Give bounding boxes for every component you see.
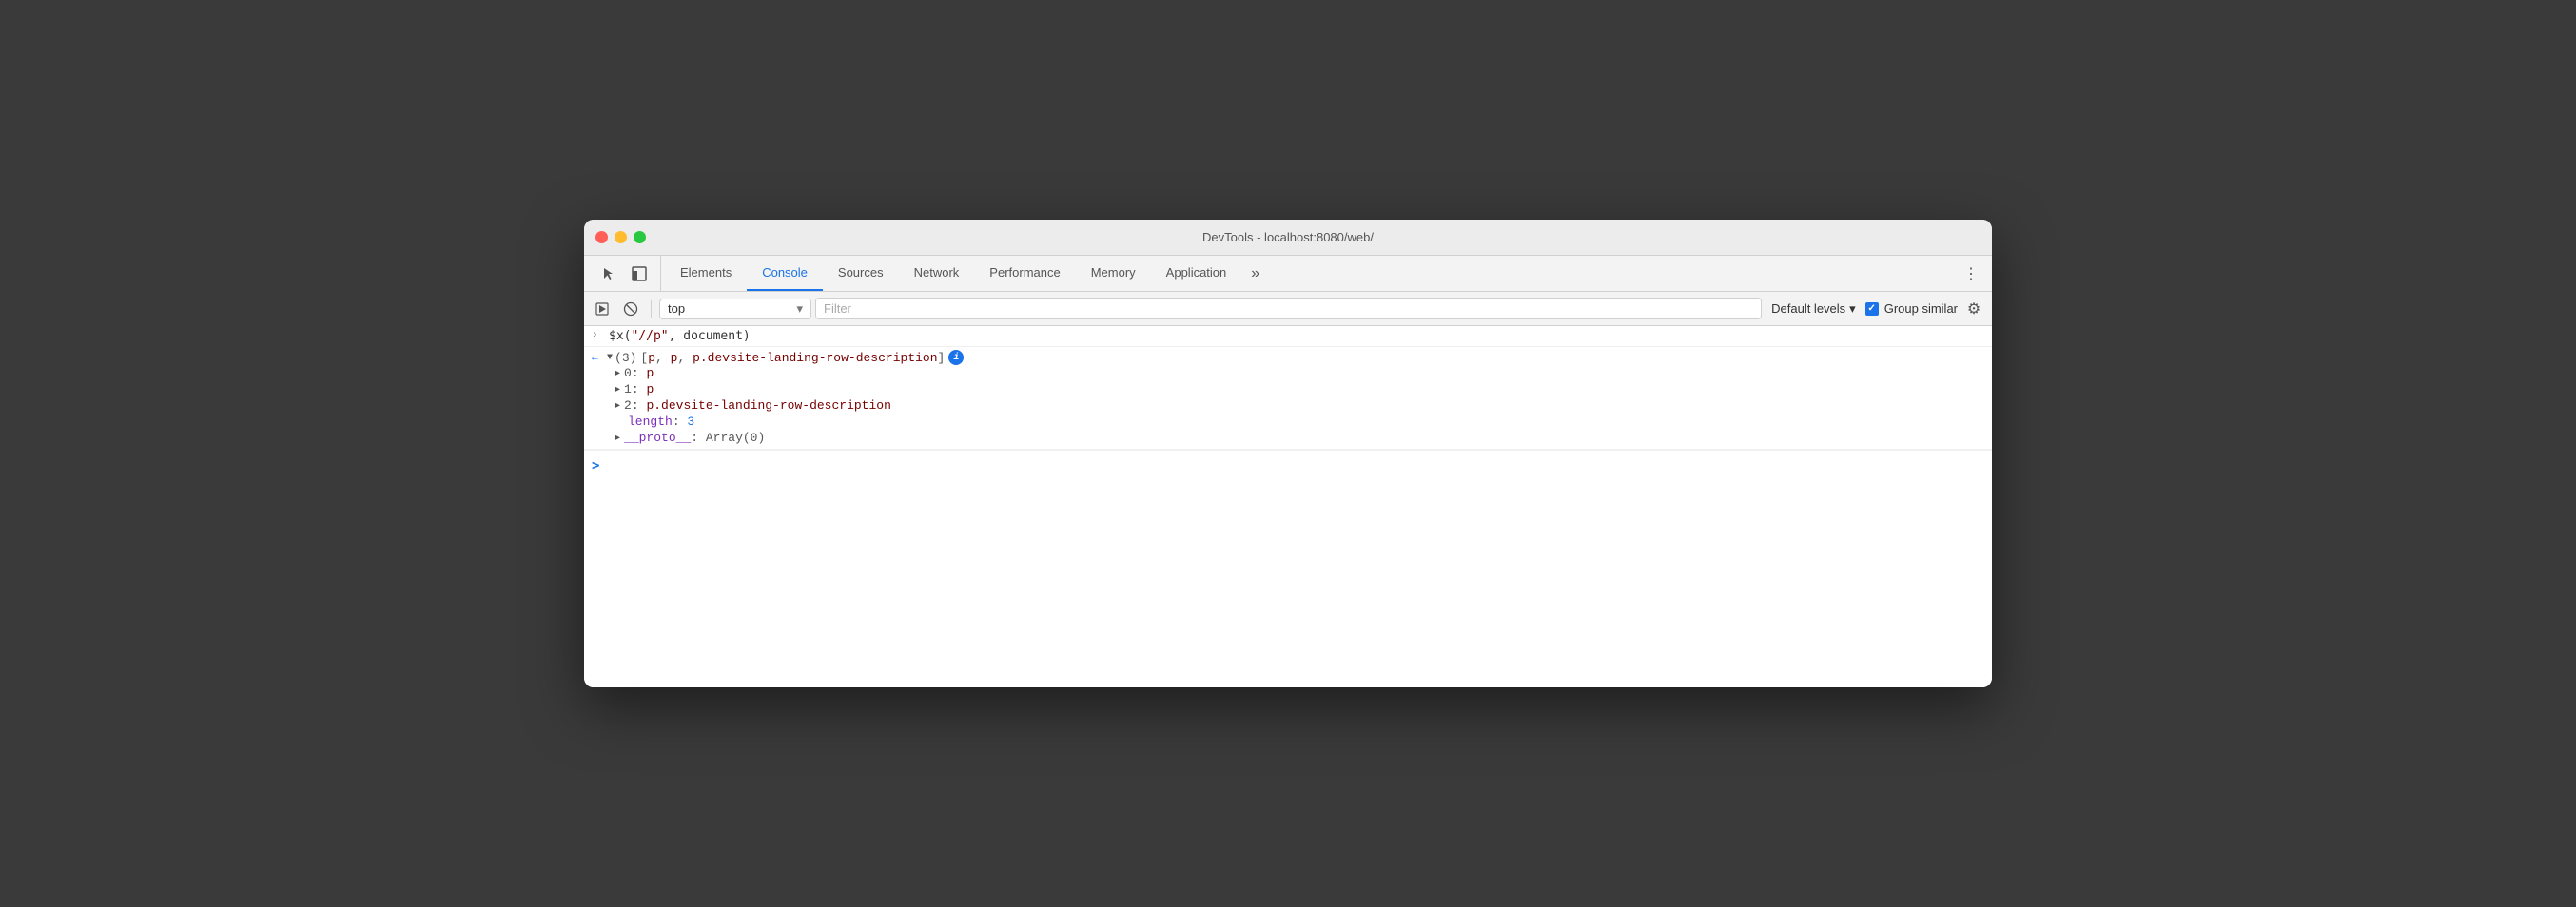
- array-item-2: p.devsite-landing-row-description: [693, 351, 937, 365]
- console-content: › $x("//p", document) ← (3) [ p , p , p.…: [584, 326, 1992, 687]
- devtools-window: DevTools - localhost:8080/web/ Elements …: [584, 220, 1992, 687]
- tab-memory[interactable]: Memory: [1076, 256, 1151, 291]
- cursor-icon[interactable]: [595, 261, 622, 287]
- title-bar: DevTools - localhost:8080/web/: [584, 220, 1992, 256]
- close-button[interactable]: [595, 231, 608, 243]
- length-value: 3: [687, 415, 694, 429]
- array-item-0: p: [648, 351, 655, 365]
- input-prompt-arrow: ›: [592, 329, 603, 341]
- item-0-value: p: [646, 366, 654, 380]
- item-2-value: p.devsite-landing-row-description: [646, 398, 890, 413]
- maximize-button[interactable]: [634, 231, 646, 243]
- console-result-line: ← (3) [ p , p , p.devsite-landing-row-de…: [584, 347, 1992, 450]
- array-length-line: length : 3: [615, 414, 1984, 430]
- tab-performance[interactable]: Performance: [974, 256, 1075, 291]
- console-toolbar: top ▾ Default levels ▾ Group similar ⚙: [584, 292, 1992, 326]
- clear-console-button[interactable]: [618, 297, 643, 321]
- levels-dropdown-arrow: ▾: [1849, 301, 1856, 317]
- item-0-expand-arrow[interactable]: [615, 368, 620, 379]
- item-1-expand-arrow[interactable]: [615, 384, 620, 396]
- tab-elements[interactable]: Elements: [665, 256, 747, 291]
- context-dropdown-arrow: ▾: [796, 301, 803, 317]
- context-value: top: [668, 301, 685, 316]
- group-similar-label: Group similar: [1884, 301, 1958, 316]
- array-summary: [: [640, 351, 648, 365]
- group-similar-container: Group similar: [1865, 301, 1958, 316]
- proto-value: Array(0): [706, 431, 765, 445]
- dock-icon[interactable]: [626, 261, 653, 287]
- traffic-lights: [595, 231, 646, 243]
- tab-bar-right: ⋮: [1958, 256, 1992, 291]
- item-2-expand-arrow[interactable]: [615, 400, 620, 412]
- length-label: length: [628, 415, 673, 429]
- run-script-button[interactable]: [590, 297, 615, 321]
- array-item-1: p: [671, 351, 678, 365]
- minimize-button[interactable]: [615, 231, 627, 243]
- more-options-button[interactable]: ⋮: [1958, 261, 1984, 287]
- console-input-text: $x("//p", document): [609, 329, 751, 343]
- array-item-line-2: 2: p.devsite-landing-row-description: [615, 397, 1984, 414]
- tab-overflow-button[interactable]: »: [1241, 256, 1269, 291]
- result-back-arrow: ←: [592, 352, 603, 364]
- tab-network[interactable]: Network: [899, 256, 975, 291]
- filter-input[interactable]: [815, 298, 1762, 319]
- array-proto-line: __proto__ : Array(0): [615, 430, 1984, 446]
- default-levels-button[interactable]: Default levels ▾: [1766, 299, 1862, 319]
- toolbar-separator: [651, 300, 652, 318]
- proto-label: __proto__: [624, 431, 691, 445]
- settings-gear-button[interactable]: ⚙: [1961, 297, 1986, 321]
- tab-application[interactable]: Application: [1151, 256, 1242, 291]
- item-1-value: p: [646, 382, 654, 396]
- console-bottom-input[interactable]: >: [584, 450, 1992, 481]
- info-icon[interactable]: i: [948, 350, 964, 365]
- array-count: (3): [615, 351, 636, 365]
- bottom-prompt: >: [592, 458, 599, 473]
- window-title: DevTools - localhost:8080/web/: [1202, 230, 1374, 244]
- context-selector[interactable]: top ▾: [659, 299, 811, 319]
- tab-sources[interactable]: Sources: [823, 256, 899, 291]
- console-input-line: › $x("//p", document): [584, 326, 1992, 347]
- tab-bar-icons: [588, 256, 661, 291]
- group-similar-checkbox[interactable]: [1865, 302, 1879, 316]
- tab-console[interactable]: Console: [747, 256, 823, 291]
- array-item-line-1: 1: p: [615, 381, 1984, 397]
- array-expand-arrow[interactable]: [607, 353, 613, 363]
- array-item-line-0: 0: p: [615, 365, 1984, 381]
- array-items: 0: p 1: p 2: p.devsite-landing-row-descr…: [592, 365, 1984, 446]
- proto-expand-arrow[interactable]: [615, 433, 620, 444]
- gear-icon: ⚙: [1967, 299, 1981, 318]
- tab-bar: Elements Console Sources Network Perform…: [584, 256, 1992, 292]
